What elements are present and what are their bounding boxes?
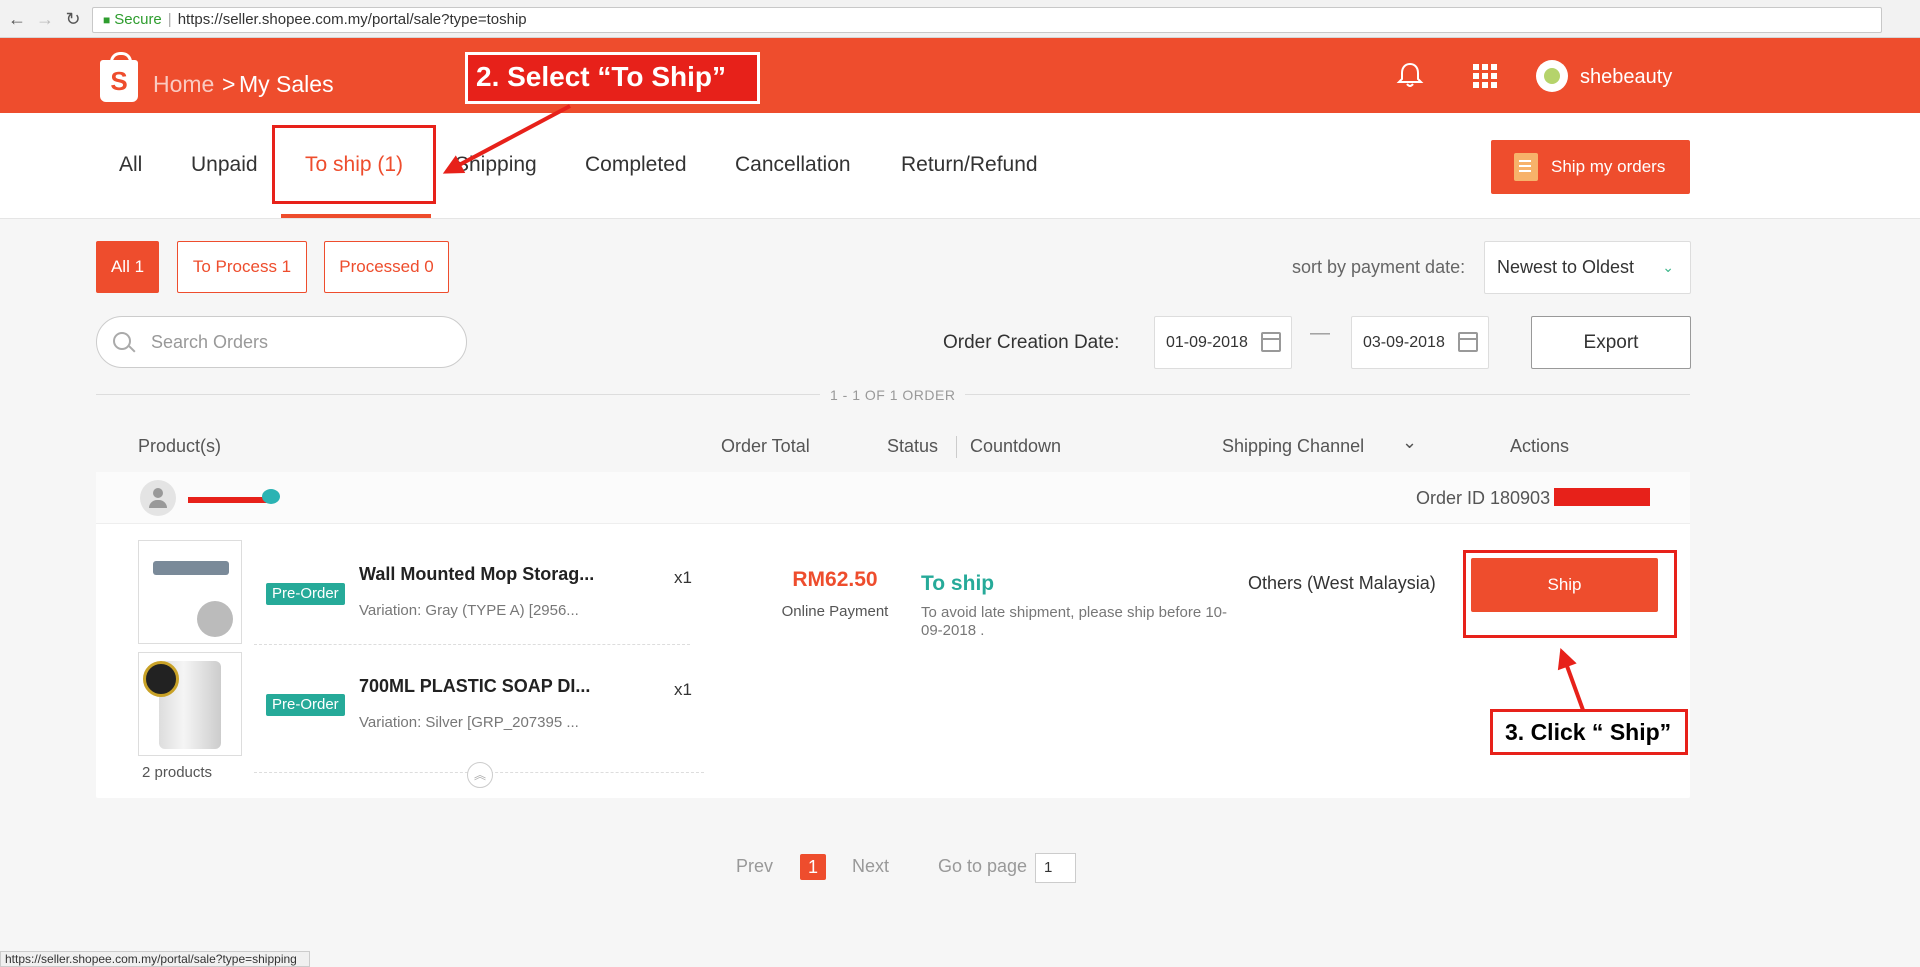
pagination-current-page[interactable]: 1 bbox=[800, 854, 826, 880]
column-actions: Actions bbox=[1510, 436, 1570, 456]
pagination-next[interactable]: Next bbox=[852, 856, 889, 877]
back-arrow-icon[interactable]: ← bbox=[6, 8, 28, 30]
product-count: 2 products bbox=[142, 764, 213, 781]
filter-processed[interactable]: Processed 0 bbox=[324, 241, 449, 293]
address-bar[interactable]: ■ Secure | https://seller.shopee.com.my/por… bbox=[92, 7, 1882, 33]
order-status: To ship bbox=[921, 572, 995, 595]
tab-all[interactable]: All bbox=[119, 153, 142, 177]
product-quantity: x1 bbox=[674, 680, 692, 699]
sort-label: sort by payment date: bbox=[1292, 257, 1466, 277]
buyer-avatar-icon[interactable] bbox=[140, 480, 176, 516]
order-status-tabs: All Unpaid To ship (1) Shipping Complete… bbox=[0, 113, 1920, 219]
secure-label: Secure bbox=[114, 11, 162, 28]
redacted-order-id bbox=[1554, 488, 1650, 506]
reload-icon[interactable]: ↻ bbox=[62, 8, 84, 30]
preorder-badge: Pre-Order bbox=[266, 694, 345, 716]
order-card-header: Order ID 180903 bbox=[96, 472, 1690, 524]
tab-unpaid[interactable]: Unpaid bbox=[191, 153, 258, 177]
filter-to-process[interactable]: To Process 1 bbox=[177, 241, 307, 293]
calendar-icon bbox=[1261, 332, 1281, 352]
tab-shipping[interactable]: Shipping bbox=[455, 153, 537, 177]
tab-cancellation[interactable]: Cancellation bbox=[735, 153, 851, 177]
order-creation-date-label: Order Creation Date: bbox=[943, 332, 1120, 353]
url-text: https://seller.shopee.com.my/portal/sale… bbox=[177, 11, 527, 28]
goto-page-input[interactable]: 1 bbox=[1035, 853, 1076, 883]
ship-button[interactable]: Ship bbox=[1471, 558, 1658, 612]
shop-avatar[interactable] bbox=[1536, 60, 1568, 92]
product-variation: Variation: Silver [GRP_207395 ... bbox=[359, 714, 579, 731]
apps-grid-icon[interactable] bbox=[1473, 64, 1497, 88]
product-variation: Variation: Gray (TYPE A) [2956... bbox=[359, 602, 579, 619]
calendar-icon bbox=[1458, 332, 1478, 352]
ship-deadline-note: To avoid late shipment, please ship befo… bbox=[921, 604, 1228, 639]
sort-select[interactable]: Newest to Oldest ⌄ bbox=[1484, 241, 1691, 294]
browser-toolbar: ← → ↻ ■ Secure | https://seller.shopee.com.… bbox=[0, 0, 1920, 38]
notification-bell-icon[interactable] bbox=[1395, 60, 1425, 90]
pagination-prev[interactable]: Prev bbox=[736, 856, 773, 877]
breadcrumb-current: My Sales bbox=[239, 71, 334, 97]
order-id: Order ID 180903 bbox=[1416, 488, 1551, 508]
goto-page-label: Go to page bbox=[938, 856, 1028, 876]
date-to-field[interactable]: 03-09-2018 bbox=[1351, 316, 1489, 369]
product-name[interactable]: 700ML PLASTIC SOAP DI... bbox=[359, 676, 590, 697]
redacted-buyer-name bbox=[188, 497, 268, 503]
payment-method: Online Payment bbox=[781, 603, 889, 620]
order-total: RM62.50 bbox=[792, 568, 878, 591]
product-image[interactable] bbox=[138, 540, 242, 644]
chevron-down-icon: ⌄ bbox=[1662, 259, 1674, 275]
shop-username[interactable]: shebeauty bbox=[1580, 66, 1672, 89]
shopee-logo-icon[interactable]: S bbox=[100, 52, 138, 102]
search-box bbox=[96, 316, 467, 368]
search-icon bbox=[113, 332, 131, 350]
date-range-separator: — bbox=[1310, 322, 1330, 344]
lock-icon: ■ bbox=[103, 13, 111, 27]
order-card: Order ID 180903 Pre-Order Wall Mounted M… bbox=[96, 472, 1690, 798]
address-separator: | bbox=[167, 11, 172, 28]
chevron-down-icon[interactable]: ⌄ bbox=[1402, 432, 1417, 453]
export-button[interactable]: Export bbox=[1531, 316, 1691, 369]
product-quantity: x1 bbox=[674, 568, 692, 587]
preorder-badge: Pre-Order bbox=[266, 583, 345, 605]
forward-arrow-icon[interactable]: → bbox=[34, 8, 56, 30]
results-count: 1 - 1 OF 1 ORDER bbox=[820, 387, 966, 403]
annotation-step3: 3. Click “ Ship” bbox=[1490, 709, 1688, 755]
active-tab-indicator bbox=[281, 214, 431, 218]
browser-status-url: https://seller.shopee.com.my/portal/sale… bbox=[0, 951, 310, 967]
chat-icon[interactable] bbox=[262, 489, 280, 504]
document-icon bbox=[1514, 153, 1538, 181]
annotation-step2: 2. Select “To Ship” bbox=[465, 52, 760, 104]
column-divider bbox=[956, 436, 957, 458]
ship-my-orders-button[interactable]: Ship my orders bbox=[1491, 140, 1690, 194]
seller-header: S Home > My Sales shebeauty bbox=[0, 38, 1920, 113]
column-products: Product(s) bbox=[138, 436, 222, 456]
column-countdown: Countdown bbox=[970, 436, 1062, 456]
column-status: Status bbox=[887, 436, 939, 456]
column-shipping-channel[interactable]: Shipping Channel bbox=[1222, 436, 1364, 457]
date-from-field[interactable]: 01-09-2018 bbox=[1154, 316, 1292, 369]
product-row-divider bbox=[254, 644, 690, 645]
shipping-channel: Others (West Malaysia) bbox=[1248, 573, 1436, 593]
filter-all[interactable]: All 1 bbox=[96, 241, 159, 293]
breadcrumb-home[interactable]: Home bbox=[153, 71, 214, 98]
tab-return-refund[interactable]: Return/Refund bbox=[901, 153, 1038, 177]
collapse-products-icon[interactable]: ︽ bbox=[467, 762, 493, 788]
tab-completed[interactable]: Completed bbox=[585, 153, 687, 177]
product-name[interactable]: Wall Mounted Mop Storag... bbox=[359, 564, 594, 585]
search-input[interactable] bbox=[151, 329, 451, 355]
product-image[interactable] bbox=[138, 652, 242, 756]
annotation-highlight-tab bbox=[272, 125, 436, 204]
breadcrumb-separator: > bbox=[222, 71, 236, 97]
column-order-total: Order Total bbox=[721, 436, 810, 456]
